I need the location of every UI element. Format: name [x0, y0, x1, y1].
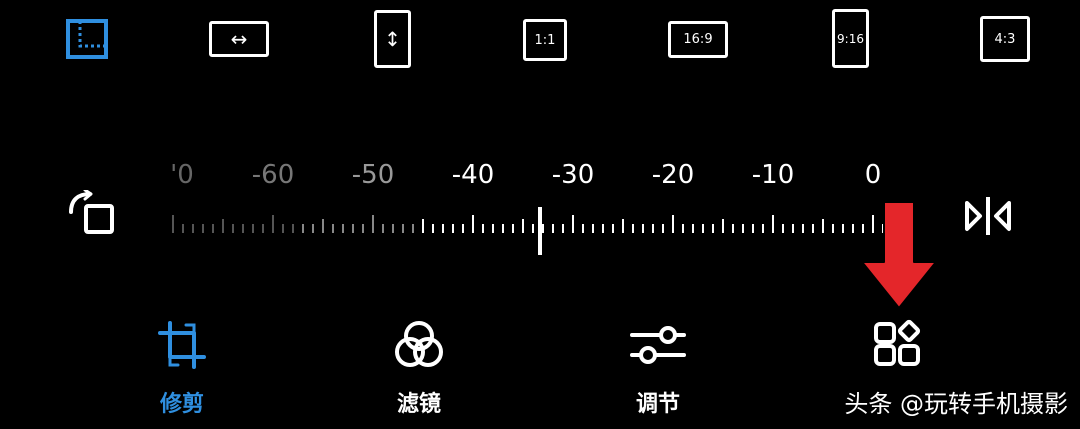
ruler-label: -50: [351, 160, 395, 190]
crop-icon: [154, 318, 210, 372]
more-apps-icon: [870, 318, 926, 374]
ruler-label: -30: [551, 160, 595, 190]
ruler-label: -40: [451, 160, 495, 190]
ratio-9-16-label: 9:16: [837, 31, 864, 46]
ratio-4-3-label: 4:3: [994, 31, 1016, 47]
ruler-label: -10: [751, 160, 795, 190]
ratio-1-1-label: 1:1: [534, 32, 556, 48]
tab-crop-label: 修剪: [159, 392, 204, 417]
ratio-9-16-button[interactable]: 9:16: [832, 9, 869, 68]
photo-editor-crop-panel: ↔ ↕ 1:1 16:9 9:16 4:3 '0 -60 -50 -40 -30…: [0, 0, 1080, 429]
vertical-arrows-icon: ↕: [384, 27, 401, 51]
ratio-horizontal-button[interactable]: ↔: [209, 21, 269, 57]
red-arrow-annotation-icon: [861, 201, 937, 309]
free-crop-button[interactable]: [65, 18, 109, 60]
filter-icon: [391, 318, 447, 372]
ruler-label: -60: [251, 160, 295, 190]
tab-crop[interactable]: 修剪: [122, 318, 242, 418]
rotation-ruler-labels: '0 -60 -50 -40 -30 -20 -10 0: [0, 160, 1080, 200]
free-crop-icon: [66, 19, 108, 59]
ratio-16-9-label: 16:9: [683, 32, 713, 47]
ruler-label: '0: [170, 160, 194, 190]
horizontal-arrows-icon: ↔: [230, 27, 248, 51]
ratio-1-1-button[interactable]: 1:1: [523, 19, 567, 61]
ruler-label: 0: [864, 160, 882, 190]
tab-filter[interactable]: 滤镜: [359, 318, 479, 418]
watermark-text: 头条 @玩转手机摄影: [844, 390, 1068, 418]
flip-horizontal-icon: [965, 197, 1011, 235]
adjust-sliders-icon: [630, 318, 686, 372]
ratio-16-9-button[interactable]: 16:9: [668, 21, 728, 58]
ruler-label: -20: [651, 160, 695, 190]
tab-adjust-label: 调节: [635, 392, 680, 417]
aspect-ratio-bar: ↔ ↕ 1:1 16:9 9:16 4:3: [0, 0, 1080, 80]
ratio-vertical-button[interactable]: ↕: [374, 10, 411, 68]
flip-button[interactable]: [963, 195, 1013, 241]
ratio-4-3-button[interactable]: 4:3: [980, 16, 1030, 62]
tab-filter-label: 滤镜: [396, 392, 441, 417]
tab-adjust[interactable]: 调节: [598, 318, 718, 418]
